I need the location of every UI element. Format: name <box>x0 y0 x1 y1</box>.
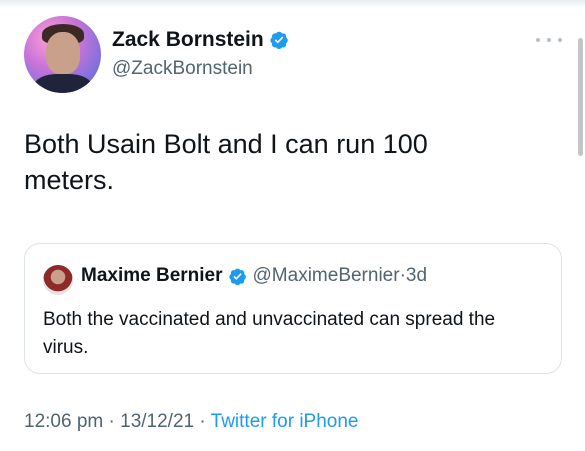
quoted-age: 3d <box>405 265 428 286</box>
meta-separator: · <box>194 411 211 432</box>
tweet-text: Both Usain Bolt and I can run 100 meters… <box>24 129 428 195</box>
avatar-face <box>46 32 80 74</box>
avatar-shoulders <box>34 74 92 93</box>
tweet-source-link[interactable]: Twitter for iPhone <box>211 411 359 432</box>
author-handle[interactable]: @ZackBornstein <box>112 58 253 80</box>
avatar[interactable] <box>24 16 101 93</box>
quoted-header: Maxime Bernier @MaximeBernier · 3d <box>81 265 427 287</box>
tweet-date[interactable]: 13/12/21 <box>120 411 194 432</box>
quoted-handle: @MaximeBernier <box>252 265 400 286</box>
top-edge <box>0 0 585 8</box>
more-dot <box>558 38 562 42</box>
author-name-row[interactable]: Zack Bornstein <box>112 28 289 52</box>
quoted-avatar[interactable] <box>43 265 73 295</box>
author-display-name[interactable]: Zack Bornstein <box>112 28 264 52</box>
verified-badge-icon <box>228 268 246 285</box>
quoted-display-name: Maxime Bernier <box>81 265 223 286</box>
more-options-icon[interactable] <box>536 32 562 48</box>
meta-separator: · <box>103 411 121 432</box>
quoted-tweet-text: Both the vaccinated and unvaccinated can… <box>43 309 496 358</box>
verified-badge-icon <box>270 31 288 50</box>
more-dot <box>547 38 551 42</box>
quoted-tweet-card[interactable]: Maxime Bernier @MaximeBernier · 3d Both … <box>24 243 562 374</box>
scrollbar[interactable] <box>578 38 583 156</box>
tweet-meta: 12:06 pm · 13/12/21 · Twitter for iPhone <box>24 411 358 433</box>
tweet-time[interactable]: 12:06 pm <box>24 411 103 432</box>
more-dot <box>536 38 540 42</box>
